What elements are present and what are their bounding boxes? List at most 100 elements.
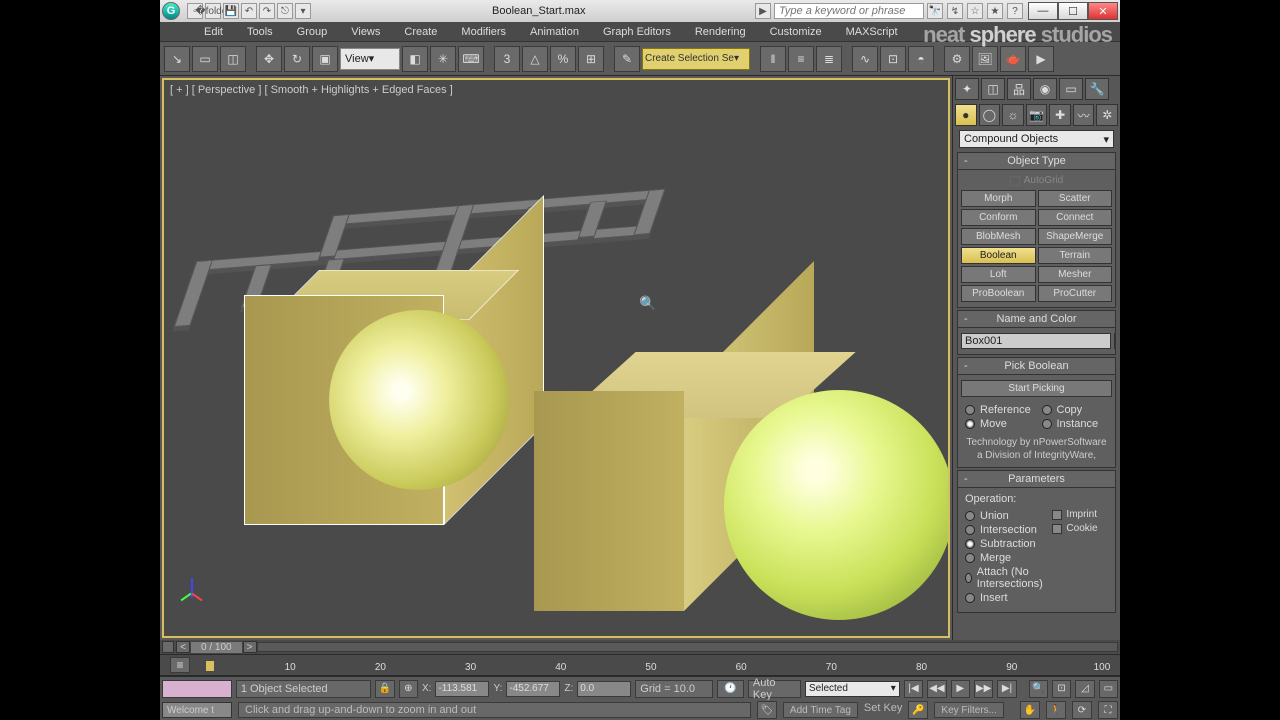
op-intersection[interactable] (965, 525, 975, 535)
select-link-icon[interactable]: ↘ (164, 46, 190, 72)
search-input[interactable] (774, 3, 924, 19)
next-frame-icon[interactable]: ▶▶ (974, 680, 993, 698)
curve-editor-icon[interactable]: ∿ (852, 46, 878, 72)
rollout-object-type[interactable]: -Object Type (957, 152, 1116, 170)
timeslider-value[interactable]: 0 / 100 (190, 641, 243, 654)
listener-input[interactable] (162, 702, 232, 718)
start-picking-button[interactable]: Start Picking (961, 380, 1112, 397)
rollout-pick-boolean[interactable]: -Pick Boolean (957, 357, 1116, 375)
goto-end-icon[interactable]: ▶| (997, 680, 1016, 698)
nav-maximize-icon[interactable]: ⛶ (1098, 701, 1118, 719)
objtype-morph[interactable]: Morph (961, 190, 1036, 207)
menu-rendering[interactable]: Rendering (691, 24, 750, 40)
manip-icon[interactable]: ✳ (430, 46, 456, 72)
timeslider-config-icon[interactable] (162, 641, 174, 653)
wand-icon[interactable]: ↯ (947, 3, 963, 19)
align-icon[interactable]: ≡ (788, 46, 814, 72)
object-name-input[interactable] (961, 333, 1111, 349)
render-icon[interactable]: 🫖 (1000, 46, 1026, 72)
subtab-helpers-icon[interactable]: ✚ (1049, 104, 1071, 126)
prev-frame-icon[interactable]: ◀◀ (927, 680, 946, 698)
lock-icon[interactable]: 🔒 (375, 680, 394, 698)
timetag-icon[interactable]: 🏷 (757, 701, 777, 719)
search-go-icon[interactable]: ▶ (755, 3, 771, 19)
time-config-icon[interactable]: 🕐 (717, 680, 744, 698)
material-icon[interactable]: ◓ (908, 46, 934, 72)
render-setup-icon[interactable]: ⚙ (944, 46, 970, 72)
scene-sphere-2[interactable] (724, 390, 950, 620)
ref-coord-dropdown[interactable]: View▾ (340, 48, 400, 70)
menu-customize[interactable]: Customize (766, 24, 826, 40)
key-mode-icon[interactable]: 🔑 (908, 701, 928, 719)
spinnersnap-icon[interactable]: ⊞ (578, 46, 604, 72)
help-icon[interactable]: ? (1007, 3, 1023, 19)
autogrid-checkbox[interactable] (1010, 176, 1020, 186)
edit-named-icon[interactable]: ✎ (614, 46, 640, 72)
op-union[interactable] (965, 511, 975, 521)
maxscript-mini[interactable] (162, 680, 232, 698)
trackbar-toggle-icon[interactable]: ≡ (170, 657, 190, 673)
radio-move[interactable] (965, 419, 975, 429)
nav-region-icon[interactable]: ▭ (1099, 680, 1118, 698)
op-subtraction[interactable] (965, 539, 975, 549)
imprint-checkbox[interactable] (1052, 510, 1062, 520)
rollout-name-color[interactable]: -Name and Color (957, 310, 1116, 328)
named-sel-dropdown[interactable]: Create Selection Se▾ (642, 48, 750, 70)
timeslider-next[interactable]: > (243, 641, 257, 653)
app-icon[interactable]: G (162, 2, 180, 20)
subtab-geometry-icon[interactable]: ● (955, 104, 977, 126)
objtype-blobmesh[interactable]: BlobMesh (961, 228, 1036, 245)
menu-create[interactable]: Create (400, 24, 441, 40)
tab-utilities-icon[interactable]: 🔧 (1085, 78, 1109, 100)
nav-zoomall-icon[interactable]: ⊡ (1052, 680, 1071, 698)
keyboard-icon[interactable]: ⌨ (458, 46, 484, 72)
objtype-proboolean[interactable]: ProBoolean (961, 285, 1036, 302)
schematic-icon[interactable]: ⊡ (880, 46, 906, 72)
op-insert[interactable] (965, 593, 975, 603)
radio-copy[interactable] (1042, 405, 1052, 415)
menu-maxscript[interactable]: MAXScript (842, 24, 902, 40)
time-slider[interactable]: < 0 / 100 > (160, 640, 1120, 654)
objtype-boolean[interactable]: Boolean (961, 247, 1036, 264)
subtab-cameras-icon[interactable]: 📷 (1026, 104, 1048, 126)
pivot-icon[interactable]: ◧ (402, 46, 428, 72)
tab-motion-icon[interactable]: ◉ (1033, 78, 1057, 100)
tab-display-icon[interactable]: ▭ (1059, 78, 1083, 100)
abs-rel-icon[interactable]: ⊕ (399, 680, 418, 698)
open-icon[interactable]: �folder (205, 3, 221, 19)
more-icon[interactable]: ▾ (295, 3, 311, 19)
layers-icon[interactable]: ≣ (816, 46, 842, 72)
op-merge[interactable] (965, 553, 975, 563)
binoculars-icon[interactable]: 🔭 (927, 3, 943, 19)
tab-modify-icon[interactable]: ◫ (981, 78, 1005, 100)
subtab-shapes-icon[interactable]: ◯ (979, 104, 1001, 126)
objtype-procutter[interactable]: ProCutter (1038, 285, 1113, 302)
menu-animation[interactable]: Animation (526, 24, 583, 40)
nav-walk-icon[interactable]: 🚶 (1046, 701, 1066, 719)
autokey-button[interactable]: Auto Key (748, 680, 801, 698)
objtype-loft[interactable]: Loft (961, 266, 1036, 283)
radio-instance[interactable] (1042, 419, 1052, 429)
maximize-button[interactable]: ☐ (1058, 2, 1088, 20)
objtype-shapemerge[interactable]: ShapeMerge (1038, 228, 1113, 245)
subtab-systems-icon[interactable]: ✲ (1096, 104, 1118, 126)
color-swatch[interactable] (1114, 333, 1116, 349)
link-icon[interactable]: ⎋ (277, 3, 293, 19)
key-filter-dropdown[interactable]: Selected▾ (805, 681, 900, 697)
scale-icon[interactable]: ▣ (312, 46, 338, 72)
select-region-icon[interactable]: ▭ (192, 46, 218, 72)
objtype-conform[interactable]: Conform (961, 209, 1036, 226)
subtab-lights-icon[interactable]: ☼ (1002, 104, 1024, 126)
objtype-connect[interactable]: Connect (1038, 209, 1113, 226)
fav-icon[interactable]: ★ (987, 3, 1003, 19)
tab-create-icon[interactable]: ✦ (955, 78, 979, 100)
rendered-frame-icon[interactable]: 🖼 (972, 46, 998, 72)
star-icon[interactable]: ☆ (967, 3, 983, 19)
radio-reference[interactable] (965, 405, 975, 415)
scene-sphere-1[interactable] (329, 310, 509, 490)
anglesnap-icon[interactable]: △ (522, 46, 548, 72)
redo-icon[interactable]: ↷ (259, 3, 275, 19)
play-icon[interactable]: ▶ (951, 680, 970, 698)
key-marker[interactable] (206, 661, 214, 671)
setkey-button[interactable]: Set Key (864, 702, 903, 718)
